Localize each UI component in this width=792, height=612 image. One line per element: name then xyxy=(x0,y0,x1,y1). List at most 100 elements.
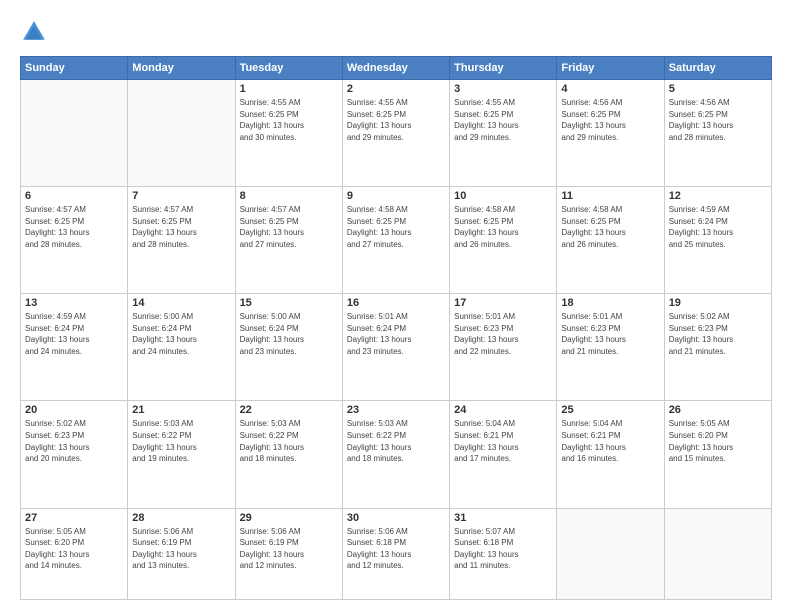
day-number: 17 xyxy=(454,297,552,309)
day-info: Sunrise: 5:05 AM Sunset: 6:20 PM Dayligh… xyxy=(669,418,767,464)
day-number: 19 xyxy=(669,297,767,309)
weekday-header-thursday: Thursday xyxy=(450,57,557,80)
calendar-week-row: 20Sunrise: 5:02 AM Sunset: 6:23 PM Dayli… xyxy=(21,401,772,508)
calendar-cell: 5 Sunrise: 4:56 AM Sunset: 6:25 PM Daylig… xyxy=(664,80,771,187)
weekday-header-friday: Friday xyxy=(557,57,664,80)
calendar-cell: 21Sunrise: 5:03 AM Sunset: 6:22 PM Dayli… xyxy=(128,401,235,508)
day-number: 3 xyxy=(454,83,552,95)
day-info: Sunrise: 5:04 AM Sunset: 6:21 PM Dayligh… xyxy=(454,418,552,464)
day-number: 25 xyxy=(561,404,659,416)
day-number: 14 xyxy=(132,297,230,309)
weekday-header-row: SundayMondayTuesdayWednesdayThursdayFrid… xyxy=(21,57,772,80)
day-info: Sunrise: 5:05 AM Sunset: 6:20 PM Dayligh… xyxy=(25,526,123,572)
calendar-cell: 6 Sunrise: 4:57 AM Sunset: 6:25 PM Daylig… xyxy=(21,187,128,294)
header xyxy=(20,18,772,46)
calendar-cell xyxy=(21,80,128,187)
day-info: Sunrise: 5:02 AM Sunset: 6:23 PM Dayligh… xyxy=(669,311,767,357)
day-number: 31 xyxy=(454,512,552,524)
calendar-week-row: 6 Sunrise: 4:57 AM Sunset: 6:25 PM Daylig… xyxy=(21,187,772,294)
day-info: Sunrise: 5:01 AM Sunset: 6:24 PM Dayligh… xyxy=(347,311,445,357)
calendar-cell: 15 Sunrise: 5:00 AM Sunset: 6:24 PM Dayli… xyxy=(235,294,342,401)
calendar-cell: 1 Sunrise: 4:55 AM Sunset: 6:25 PM Daylig… xyxy=(235,80,342,187)
calendar-cell: 30 Sunrise: 5:06 AM Sunset: 6:18 PM Dayli… xyxy=(342,508,449,600)
day-info: Sunrise: 5:01 AM Sunset: 6:23 PM Dayligh… xyxy=(561,311,659,357)
day-info: Sunrise: 5:03 AM Sunset: 6:22 PM Dayligh… xyxy=(240,418,338,464)
day-number: 15 xyxy=(240,297,338,309)
day-info: Sunrise: 4:58 AM Sunset: 6:25 PM Dayligh… xyxy=(561,204,659,250)
day-number: 9 xyxy=(347,190,445,202)
logo-icon xyxy=(20,18,48,46)
calendar-cell: 10 Sunrise: 4:58 AM Sunset: 6:25 PM Dayli… xyxy=(450,187,557,294)
calendar-cell: 16 Sunrise: 5:01 AM Sunset: 6:24 PM Dayli… xyxy=(342,294,449,401)
calendar-week-row: 27 Sunrise: 5:05 AM Sunset: 6:20 PM Dayli… xyxy=(21,508,772,600)
day-info: Sunrise: 5:03 AM Sunset: 6:22 PM Dayligh… xyxy=(347,418,445,464)
day-number: 18 xyxy=(561,297,659,309)
calendar-cell: 31 Sunrise: 5:07 AM Sunset: 6:18 PM Dayli… xyxy=(450,508,557,600)
logo xyxy=(20,18,52,46)
day-info: Sunrise: 5:07 AM Sunset: 6:18 PM Dayligh… xyxy=(454,526,552,572)
day-info: Sunrise: 4:57 AM Sunset: 6:25 PM Dayligh… xyxy=(132,204,230,250)
day-info: Sunrise: 5:00 AM Sunset: 6:24 PM Dayligh… xyxy=(240,311,338,357)
calendar-cell: 27 Sunrise: 5:05 AM Sunset: 6:20 PM Dayli… xyxy=(21,508,128,600)
calendar-week-row: 13 Sunrise: 4:59 AM Sunset: 6:24 PM Dayli… xyxy=(21,294,772,401)
calendar-cell xyxy=(557,508,664,600)
calendar-cell: 2 Sunrise: 4:55 AM Sunset: 6:25 PM Daylig… xyxy=(342,80,449,187)
day-number: 28 xyxy=(132,512,230,524)
weekday-header-wednesday: Wednesday xyxy=(342,57,449,80)
calendar-cell: 8Sunrise: 4:57 AM Sunset: 6:25 PM Daylig… xyxy=(235,187,342,294)
calendar-cell: 3 Sunrise: 4:55 AM Sunset: 6:25 PM Daylig… xyxy=(450,80,557,187)
day-number: 5 xyxy=(669,83,767,95)
day-info: Sunrise: 4:58 AM Sunset: 6:25 PM Dayligh… xyxy=(454,204,552,250)
day-number: 11 xyxy=(561,190,659,202)
calendar-cell: 23Sunrise: 5:03 AM Sunset: 6:22 PM Dayli… xyxy=(342,401,449,508)
day-info: Sunrise: 4:55 AM Sunset: 6:25 PM Dayligh… xyxy=(454,97,552,143)
day-info: Sunrise: 4:56 AM Sunset: 6:25 PM Dayligh… xyxy=(669,97,767,143)
calendar-cell: 9Sunrise: 4:58 AM Sunset: 6:25 PM Daylig… xyxy=(342,187,449,294)
calendar-cell: 29 Sunrise: 5:06 AM Sunset: 6:19 PM Dayli… xyxy=(235,508,342,600)
day-number: 29 xyxy=(240,512,338,524)
day-number: 1 xyxy=(240,83,338,95)
day-info: Sunrise: 4:59 AM Sunset: 6:24 PM Dayligh… xyxy=(25,311,123,357)
day-info: Sunrise: 5:06 AM Sunset: 6:18 PM Dayligh… xyxy=(347,526,445,572)
day-number: 12 xyxy=(669,190,767,202)
day-info: Sunrise: 5:06 AM Sunset: 6:19 PM Dayligh… xyxy=(240,526,338,572)
calendar-cell: 4Sunrise: 4:56 AM Sunset: 6:25 PM Daylig… xyxy=(557,80,664,187)
weekday-header-monday: Monday xyxy=(128,57,235,80)
day-number: 7 xyxy=(132,190,230,202)
day-number: 2 xyxy=(347,83,445,95)
day-info: Sunrise: 5:01 AM Sunset: 6:23 PM Dayligh… xyxy=(454,311,552,357)
day-info: Sunrise: 4:57 AM Sunset: 6:25 PM Dayligh… xyxy=(25,204,123,250)
weekday-header-sunday: Sunday xyxy=(21,57,128,80)
day-info: Sunrise: 4:55 AM Sunset: 6:25 PM Dayligh… xyxy=(347,97,445,143)
page: SundayMondayTuesdayWednesdayThursdayFrid… xyxy=(0,0,792,612)
weekday-header-tuesday: Tuesday xyxy=(235,57,342,80)
day-info: Sunrise: 5:06 AM Sunset: 6:19 PM Dayligh… xyxy=(132,526,230,572)
day-number: 16 xyxy=(347,297,445,309)
day-number: 13 xyxy=(25,297,123,309)
calendar-cell: 19 Sunrise: 5:02 AM Sunset: 6:23 PM Dayli… xyxy=(664,294,771,401)
day-number: 10 xyxy=(454,190,552,202)
day-number: 30 xyxy=(347,512,445,524)
calendar-cell: 13 Sunrise: 4:59 AM Sunset: 6:24 PM Dayli… xyxy=(21,294,128,401)
day-info: Sunrise: 4:55 AM Sunset: 6:25 PM Dayligh… xyxy=(240,97,338,143)
calendar-week-row: 1 Sunrise: 4:55 AM Sunset: 6:25 PM Daylig… xyxy=(21,80,772,187)
calendar-cell: 20Sunrise: 5:02 AM Sunset: 6:23 PM Dayli… xyxy=(21,401,128,508)
calendar-cell xyxy=(128,80,235,187)
day-info: Sunrise: 5:02 AM Sunset: 6:23 PM Dayligh… xyxy=(25,418,123,464)
weekday-header-saturday: Saturday xyxy=(664,57,771,80)
day-number: 27 xyxy=(25,512,123,524)
day-info: Sunrise: 4:59 AM Sunset: 6:24 PM Dayligh… xyxy=(669,204,767,250)
day-info: Sunrise: 4:57 AM Sunset: 6:25 PM Dayligh… xyxy=(240,204,338,250)
day-info: Sunrise: 5:00 AM Sunset: 6:24 PM Dayligh… xyxy=(132,311,230,357)
calendar-cell: 11 Sunrise: 4:58 AM Sunset: 6:25 PM Dayli… xyxy=(557,187,664,294)
day-number: 6 xyxy=(25,190,123,202)
day-number: 4 xyxy=(561,83,659,95)
calendar-cell: 17 Sunrise: 5:01 AM Sunset: 6:23 PM Dayli… xyxy=(450,294,557,401)
calendar-table: SundayMondayTuesdayWednesdayThursdayFrid… xyxy=(20,56,772,600)
calendar-cell: 12 Sunrise: 4:59 AM Sunset: 6:24 PM Dayli… xyxy=(664,187,771,294)
calendar-cell xyxy=(664,508,771,600)
calendar-cell: 18 Sunrise: 5:01 AM Sunset: 6:23 PM Dayli… xyxy=(557,294,664,401)
calendar-cell: 24Sunrise: 5:04 AM Sunset: 6:21 PM Dayli… xyxy=(450,401,557,508)
calendar-cell: 22Sunrise: 5:03 AM Sunset: 6:22 PM Dayli… xyxy=(235,401,342,508)
day-number: 21 xyxy=(132,404,230,416)
